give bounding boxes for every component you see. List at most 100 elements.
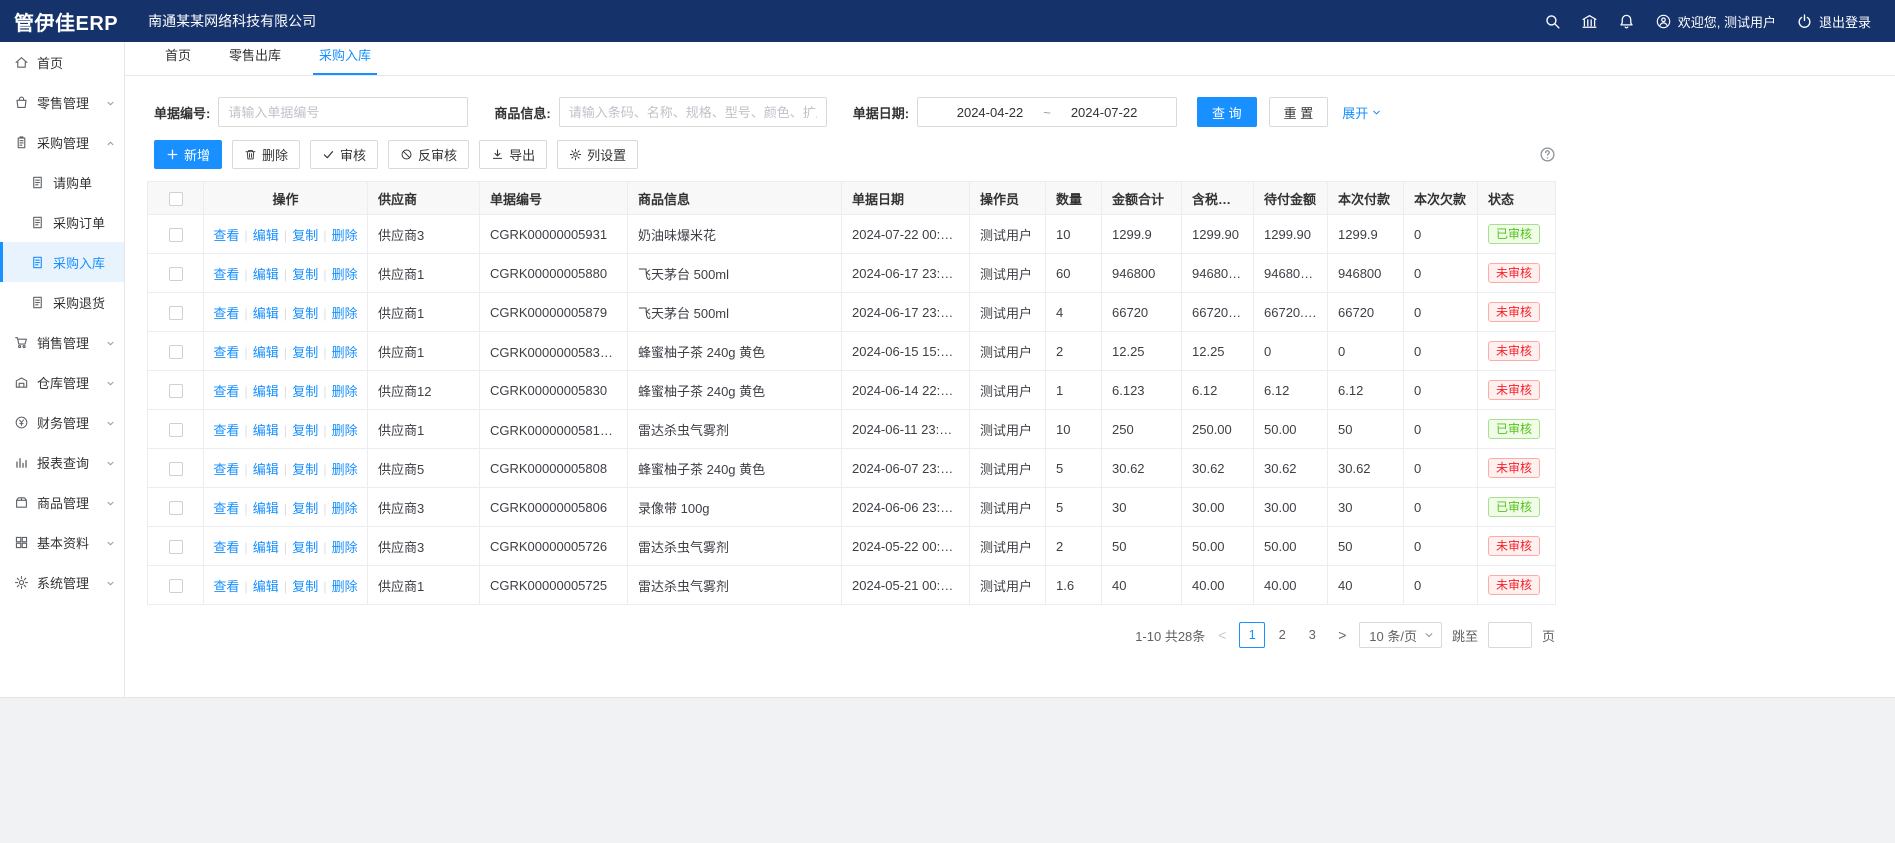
row-action-view[interactable]: 查看 <box>213 462 239 477</box>
row-checkbox[interactable] <box>169 423 183 437</box>
row-action-edit[interactable]: 编辑 <box>253 579 279 594</box>
row-action-edit[interactable]: 编辑 <box>253 228 279 243</box>
page-button-1[interactable]: 1 <box>1239 622 1265 648</box>
row-action-copy[interactable]: 复制 <box>292 423 318 438</box>
row-action-delete[interactable]: 删除 <box>332 384 358 399</box>
sidebar-item-reports[interactable]: 报表查询 <box>0 442 124 482</box>
bill-no-input[interactable] <box>218 97 468 127</box>
row-checkbox[interactable] <box>169 384 183 398</box>
row-action-delete[interactable]: 删除 <box>332 501 358 516</box>
row-action-edit[interactable]: 编辑 <box>253 423 279 438</box>
row-action-delete[interactable]: 删除 <box>332 540 358 555</box>
row-action-edit[interactable]: 编辑 <box>253 306 279 321</box>
row-checkbox[interactable] <box>169 462 183 476</box>
row-action-view[interactable]: 查看 <box>213 345 239 360</box>
date-end-value[interactable]: 2024-07-22 <box>1071 105 1138 120</box>
row-action-view[interactable]: 查看 <box>213 267 239 282</box>
row-action-view[interactable]: 查看 <box>213 423 239 438</box>
user-menu[interactable]: 欢迎您, 测试用户 <box>1655 12 1776 31</box>
export-button[interactable]: 导出 <box>479 140 547 169</box>
app-logo[interactable]: 管伊佳ERP <box>14 7 118 36</box>
row-action-edit[interactable]: 编辑 <box>253 540 279 555</box>
row-action-copy[interactable]: 复制 <box>292 501 318 516</box>
row-action-edit[interactable]: 编辑 <box>253 267 279 282</box>
row-action-delete[interactable]: 删除 <box>332 345 358 360</box>
row-action-view[interactable]: 查看 <box>213 501 239 516</box>
row-action-view[interactable]: 查看 <box>213 579 239 594</box>
reset-button[interactable]: 重 置 <box>1269 97 1329 127</box>
row-action-copy[interactable]: 复制 <box>292 540 318 555</box>
select-all-checkbox[interactable] <box>169 192 183 206</box>
column-settings-button[interactable]: 列设置 <box>557 140 638 169</box>
sidebar-item-home[interactable]: 首页 <box>0 42 124 82</box>
row-checkbox[interactable] <box>169 228 183 242</box>
row-action-copy[interactable]: 复制 <box>292 306 318 321</box>
page-button-3[interactable]: 3 <box>1299 622 1325 648</box>
sidebar-item-retail[interactable]: 零售管理 <box>0 82 124 122</box>
row-checkbox[interactable] <box>169 540 183 554</box>
add-button[interactable]: 新增 <box>154 140 222 169</box>
sidebar-item-purchase-request[interactable]: 请购单 <box>0 162 124 202</box>
sidebar-item-base-data[interactable]: 基本资料 <box>0 522 124 562</box>
row-action-delete[interactable]: 删除 <box>332 306 358 321</box>
row-checkbox[interactable] <box>169 501 183 515</box>
row-action-delete[interactable]: 删除 <box>332 267 358 282</box>
page-numbers: 123 <box>1239 622 1325 648</box>
row-action-delete[interactable]: 删除 <box>332 579 358 594</box>
bell-icon[interactable] <box>1618 13 1635 30</box>
cell-qty: 5 <box>1046 449 1102 488</box>
sidebar-item-finance[interactable]: 财务管理 <box>0 402 124 442</box>
search-icon[interactable] <box>1544 13 1561 30</box>
cell-status: 已审核 <box>1478 488 1556 527</box>
logout-button[interactable]: 退出登录 <box>1796 12 1871 31</box>
row-action-copy[interactable]: 复制 <box>292 462 318 477</box>
tab-retail-outbound[interactable]: 零售出库 <box>223 45 287 75</box>
company-building-icon[interactable] <box>1581 13 1598 30</box>
jump-page-input[interactable] <box>1488 622 1532 648</box>
next-page-icon[interactable]: > <box>1335 627 1349 643</box>
cell-debt: 0 <box>1404 449 1478 488</box>
row-action-edit[interactable]: 编辑 <box>253 345 279 360</box>
sidebar-item-system[interactable]: 系统管理 <box>0 562 124 602</box>
row-action-copy[interactable]: 复制 <box>292 267 318 282</box>
unaudit-button[interactable]: 反审核 <box>388 140 469 169</box>
row-action-view[interactable]: 查看 <box>213 228 239 243</box>
goods-info-input[interactable] <box>559 97 827 127</box>
page-button-2[interactable]: 2 <box>1269 622 1295 648</box>
row-action-delete[interactable]: 删除 <box>332 462 358 477</box>
sidebar-item-purchase-inbound[interactable]: 采购入库 <box>0 242 124 282</box>
sidebar-item-warehouse[interactable]: 仓库管理 <box>0 362 124 402</box>
search-button[interactable]: 查 询 <box>1197 97 1257 127</box>
expand-link[interactable]: 展开 <box>1342 103 1382 122</box>
help-icon[interactable] <box>1539 146 1556 163</box>
row-action-edit[interactable]: 编辑 <box>253 501 279 516</box>
delete-button[interactable]: 删除 <box>232 140 300 169</box>
tab-purchase-inbound[interactable]: 采购入库 <box>313 45 377 75</box>
row-action-view[interactable]: 查看 <box>213 306 239 321</box>
tab-home[interactable]: 首页 <box>159 45 197 75</box>
audit-button[interactable]: 审核 <box>310 140 378 169</box>
row-action-edit[interactable]: 编辑 <box>253 462 279 477</box>
sidebar-item-purchase[interactable]: 采购管理 <box>0 122 124 162</box>
sidebar-item-purchase-return[interactable]: 采购退货 <box>0 282 124 322</box>
row-action-edit[interactable]: 编辑 <box>253 384 279 399</box>
row-checkbox[interactable] <box>169 579 183 593</box>
row-action-copy[interactable]: 复制 <box>292 579 318 594</box>
date-range-picker[interactable]: 2024-04-22 ~ 2024-07-22 <box>917 97 1177 127</box>
sidebar-item-goods[interactable]: 商品管理 <box>0 482 124 522</box>
row-action-delete[interactable]: 删除 <box>332 228 358 243</box>
row-action-delete[interactable]: 删除 <box>332 423 358 438</box>
row-action-view[interactable]: 查看 <box>213 540 239 555</box>
row-checkbox[interactable] <box>169 306 183 320</box>
row-checkbox[interactable] <box>169 345 183 359</box>
row-checkbox[interactable] <box>169 267 183 281</box>
row-action-copy[interactable]: 复制 <box>292 345 318 360</box>
row-action-view[interactable]: 查看 <box>213 384 239 399</box>
page-size-select[interactable]: 10 条/页 <box>1359 622 1442 648</box>
date-start-value[interactable]: 2024-04-22 <box>957 105 1024 120</box>
row-action-copy[interactable]: 复制 <box>292 384 318 399</box>
sidebar-item-sales[interactable]: 销售管理 <box>0 322 124 362</box>
sidebar-item-purchase-order[interactable]: 采购订单 <box>0 202 124 242</box>
prev-page-icon[interactable]: < <box>1215 627 1229 643</box>
row-action-copy[interactable]: 复制 <box>292 228 318 243</box>
